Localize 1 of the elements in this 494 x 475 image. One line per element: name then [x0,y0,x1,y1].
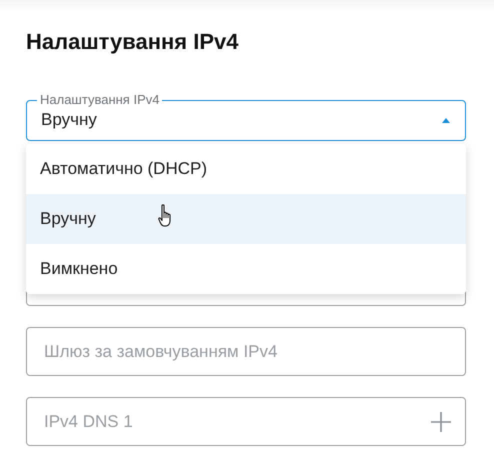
section-title: Налаштування IPv4 [26,28,240,56]
